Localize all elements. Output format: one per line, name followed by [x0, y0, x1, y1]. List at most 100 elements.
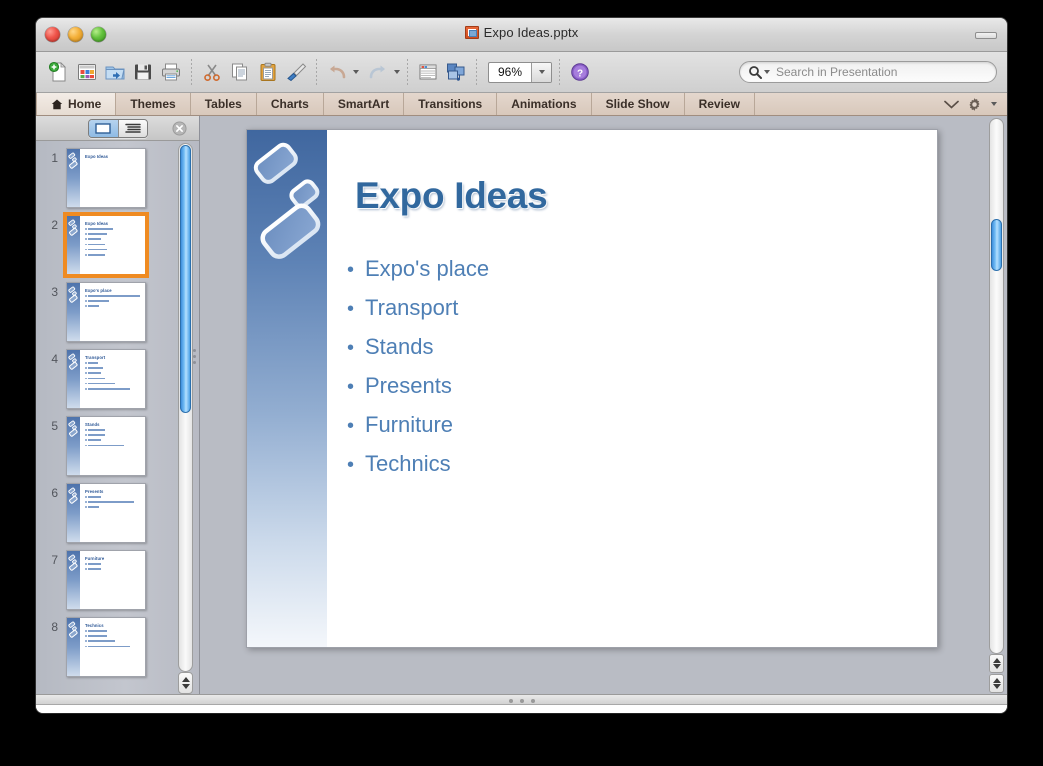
- notes-splitter[interactable]: [36, 694, 1007, 705]
- slide-thumbnail[interactable]: Stands: [66, 416, 146, 476]
- search-scope-caret[interactable]: [764, 70, 770, 74]
- scroll-up-arrow-icon[interactable]: [182, 677, 190, 682]
- slide-thumbnail-row[interactable]: 2 Expo Ideas: [36, 208, 175, 278]
- slide-vertical-scrollbar[interactable]: [989, 118, 1004, 654]
- search-field[interactable]: Search in Presentation: [739, 61, 997, 83]
- thumbnail-decorative-shapes: [68, 353, 78, 370]
- tab-themes[interactable]: Themes: [116, 93, 191, 115]
- notes-pane[interactable]: Click to add notes: [36, 705, 1007, 713]
- slide-thumbnail-row[interactable]: 4 Transport: [36, 342, 175, 409]
- slide-number-label: 6: [51, 486, 58, 500]
- thumbnail-bullet-line: [88, 563, 101, 565]
- undo-arrow-icon[interactable]: [324, 59, 350, 85]
- help-question-icon[interactable]: ?: [567, 59, 593, 85]
- current-slide-canvas[interactable]: Expo Ideas • Expo's place • Transport • Stand…: [246, 129, 938, 648]
- thumbnail-bullet-dot: [85, 382, 87, 385]
- thumbnail-bullet-line: [88, 434, 105, 436]
- window-title-label: Expo Ideas.pptx: [483, 25, 579, 40]
- thumbnail-title: Stands: [85, 422, 100, 427]
- slide-thumbnail[interactable]: Expo Ideas: [63, 212, 149, 278]
- thumbnail-bullet-line: [88, 300, 109, 302]
- slide-scrollbar-thumb[interactable]: [991, 219, 1002, 271]
- slides-view-toggle[interactable]: [88, 119, 118, 137]
- slide-panel-scroll-arrows[interactable]: [178, 672, 193, 694]
- open-folder-icon[interactable]: [102, 59, 128, 85]
- zoom-dropdown-button[interactable]: [531, 62, 551, 82]
- home-icon: [51, 99, 63, 109]
- undo-dropdown-caret[interactable]: [353, 70, 359, 74]
- scroll-line-arrows[interactable]: [989, 654, 1004, 673]
- slide-bullet-item[interactable]: • Stands: [347, 334, 489, 360]
- tab-review[interactable]: Review: [685, 93, 755, 115]
- slide-title-text[interactable]: Expo Ideas: [355, 175, 548, 217]
- slide-bullet-label: Expo's place: [365, 256, 490, 281]
- ribbon-controls: [934, 93, 1007, 115]
- zoom-combobox[interactable]: 96%: [488, 61, 552, 83]
- slide-thumbnail-list[interactable]: 1 Expo Ideas 2 Expo Ideas 3 Expo's place 4 Tran…: [36, 141, 175, 694]
- tab-slide-show[interactable]: Slide Show: [592, 93, 685, 115]
- thumbnail-bullet-line: [88, 506, 99, 508]
- ribbon-filler: [755, 93, 934, 115]
- tab-charts[interactable]: Charts: [257, 93, 324, 115]
- scroll-up-arrow-icon[interactable]: [993, 658, 1001, 663]
- scroll-down-arrow-icon[interactable]: [993, 664, 1001, 669]
- next-slide-arrow-icon[interactable]: [993, 684, 1001, 689]
- slide-thumbnail[interactable]: Furniture: [66, 550, 146, 610]
- thumbnail-bullet-line: [88, 501, 135, 503]
- slide-thumbnail-row[interactable]: 6 Presents: [36, 476, 175, 543]
- slide-number-label: 1: [51, 151, 58, 165]
- slide-bullet-item[interactable]: • Expo's place: [347, 256, 489, 282]
- copy-icon[interactable]: [227, 59, 253, 85]
- thumbnail-bullet-line: [88, 568, 101, 570]
- floppy-disk-icon[interactable]: [130, 59, 156, 85]
- scissors-icon[interactable]: [199, 59, 225, 85]
- gear-dropdown-caret[interactable]: [991, 102, 997, 106]
- slide-thumbnail[interactable]: Presents: [66, 483, 146, 543]
- new-slide-icon[interactable]: [415, 59, 441, 85]
- slide-thumbnail-row[interactable]: 1 Expo Ideas: [36, 141, 175, 208]
- slide-thumbnail-row[interactable]: 7 Furniture: [36, 543, 175, 610]
- scroll-down-arrow-icon[interactable]: [182, 684, 190, 689]
- clipboard-icon[interactable]: [255, 59, 281, 85]
- redo-dropdown-caret[interactable]: [394, 70, 400, 74]
- tab-animations[interactable]: Animations: [497, 93, 592, 115]
- thumbnail-bullet-line: [88, 439, 101, 441]
- slide-thumbnail[interactable]: Expo's place: [66, 282, 146, 342]
- tab-themes-label: Themes: [130, 97, 176, 111]
- slide-bullet-item[interactable]: • Presents: [347, 373, 489, 399]
- slide-bullet-item[interactable]: • Technics: [347, 451, 489, 477]
- redo-arrow-icon[interactable]: [365, 59, 391, 85]
- gear-icon[interactable]: [967, 97, 982, 112]
- paintbrush-icon[interactable]: [283, 59, 309, 85]
- slide-thumbnail-row[interactable]: 8 Technics: [36, 610, 175, 677]
- new-document-icon[interactable]: [46, 59, 72, 85]
- outline-view-toggle[interactable]: [117, 119, 147, 137]
- tab-home[interactable]: Home: [36, 93, 117, 115]
- tab-transitions[interactable]: Transitions: [404, 93, 498, 115]
- media-browser-icon[interactable]: [443, 59, 469, 85]
- slide-thumbnail[interactable]: Transport: [66, 349, 146, 409]
- slide-bullet-list[interactable]: • Expo's place • Transport • Stands • Presents •…: [347, 256, 489, 490]
- toolbar-toggle-button[interactable]: [975, 32, 997, 39]
- slide-bullet-item[interactable]: • Transport: [347, 295, 489, 321]
- slide-thumbnail-row[interactable]: 3 Expo's place: [36, 275, 175, 342]
- slide-thumbnail-row[interactable]: 5 Stands: [36, 409, 175, 476]
- template-gallery-icon[interactable]: [74, 59, 100, 85]
- thumbnail-bullet-dot: [85, 439, 87, 441]
- tab-home-label: Home: [68, 97, 102, 111]
- tab-tables[interactable]: Tables: [191, 93, 257, 115]
- chevron-down-icon[interactable]: [944, 100, 959, 109]
- printer-icon[interactable]: [158, 59, 184, 85]
- slide-bullet-item[interactable]: • Furniture: [347, 412, 489, 438]
- slide-panel-scrollbar[interactable]: [178, 143, 193, 672]
- slide-panel-scrollbar-thumb[interactable]: [180, 145, 191, 413]
- slide-thumbnail[interactable]: Expo Ideas: [66, 148, 146, 208]
- previous-slide-arrow-icon[interactable]: [993, 678, 1001, 683]
- zoom-value[interactable]: 96%: [489, 65, 531, 79]
- tab-charts-label: Charts: [270, 97, 309, 111]
- slide-thumbnail[interactable]: Technics: [66, 617, 146, 677]
- previous-next-slide-buttons[interactable]: [989, 674, 1004, 693]
- panel-resize-grip[interactable]: [193, 346, 200, 367]
- close-panel-icon[interactable]: [172, 121, 187, 136]
- tab-smartart[interactable]: SmartArt: [324, 93, 405, 115]
